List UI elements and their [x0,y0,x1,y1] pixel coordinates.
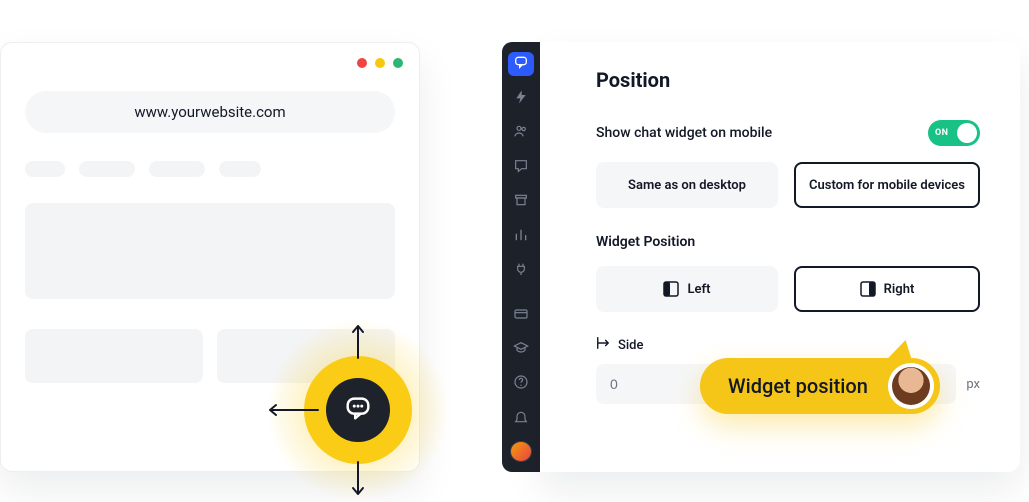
tooltip-arrow [884,340,919,362]
arrow-up-icon [350,324,366,360]
skeleton [149,161,205,177]
card-icon [513,306,529,326]
widget-position-tooltip: Widget position [700,358,940,414]
show-mobile-label: Show chat widget on mobile [596,125,772,141]
window-minimize-dot[interactable] [375,58,385,68]
toggle-knob [957,123,977,143]
option-label: Same as on desktop [628,178,746,193]
url-text: www.yourwebsite.com [134,103,285,121]
sidebar-item-archive[interactable] [508,190,534,214]
window-close-dot[interactable] [357,58,367,68]
position-option-right[interactable]: Right [794,266,980,312]
bell-icon [513,409,529,429]
chat-icon [343,393,373,427]
sidebar-item-bolt[interactable] [508,86,534,110]
skeleton [79,161,135,177]
user-avatar[interactable] [510,441,532,462]
help-icon [513,374,529,394]
graduation-icon [513,340,529,360]
bar-chart-icon [513,227,529,247]
option-label: Custom for mobile devices [809,178,965,193]
app-sidebar [502,42,540,472]
offset-icon [596,336,610,354]
option-label: Left [687,282,710,297]
panel-title: Position [596,68,980,92]
window-maximize-dot[interactable] [393,58,403,68]
arrow-down-icon [350,460,366,496]
skeleton [25,161,65,177]
tooltip-avatar [888,363,934,409]
skeleton [219,161,261,177]
skeleton [25,329,203,383]
skeleton-hero [25,203,395,299]
plug-icon [513,261,529,281]
show-mobile-row: Show chat widget on mobile ON [596,120,980,146]
layout-option-custom[interactable]: Custom for mobile devices [794,162,980,208]
sidebar-item-analytics[interactable] [508,224,534,248]
archive-icon [513,192,529,212]
sidebar-item-billing[interactable] [508,303,534,327]
unit-label: px [966,377,980,392]
users-icon [513,123,529,143]
arrow-left-icon [268,402,320,418]
sidebar-item-conversations[interactable] [508,155,534,179]
sidebar-item-integrations[interactable] [508,259,534,283]
sidebar-item-notifications[interactable] [508,407,534,431]
layout-option-desktop[interactable]: Same as on desktop [596,162,778,208]
side-offset-label: Side [596,336,980,354]
sidebar-item-users[interactable] [508,121,534,145]
avatar-face [892,367,930,405]
bolt-icon [513,89,529,109]
sidebar-item-help[interactable] [508,372,534,396]
side-label-text: Side [618,338,643,353]
position-segment: Left Right [596,266,980,312]
option-label: Right [884,282,915,297]
align-left-icon [663,281,679,297]
layout-mode-segment: Same as on desktop Custom for mobile dev… [596,162,980,208]
window-titlebar [1,43,419,83]
url-bar[interactable]: www.yourwebsite.com [25,91,395,133]
show-mobile-toggle[interactable]: ON [928,120,980,146]
message-icon [513,158,529,178]
align-right-icon [860,281,876,297]
sidebar-item-academy[interactable] [508,338,534,362]
sidebar-item-chat[interactable] [508,52,534,76]
position-option-left[interactable]: Left [596,266,778,312]
tooltip-text: Widget position [728,374,868,398]
skeleton-nav [1,153,419,185]
chat-bubble-button[interactable] [326,378,390,442]
chat-widget-preview [268,320,448,500]
widget-position-label: Widget Position [596,234,980,250]
toggle-on-label: ON [935,128,948,138]
chat-icon [513,54,529,74]
